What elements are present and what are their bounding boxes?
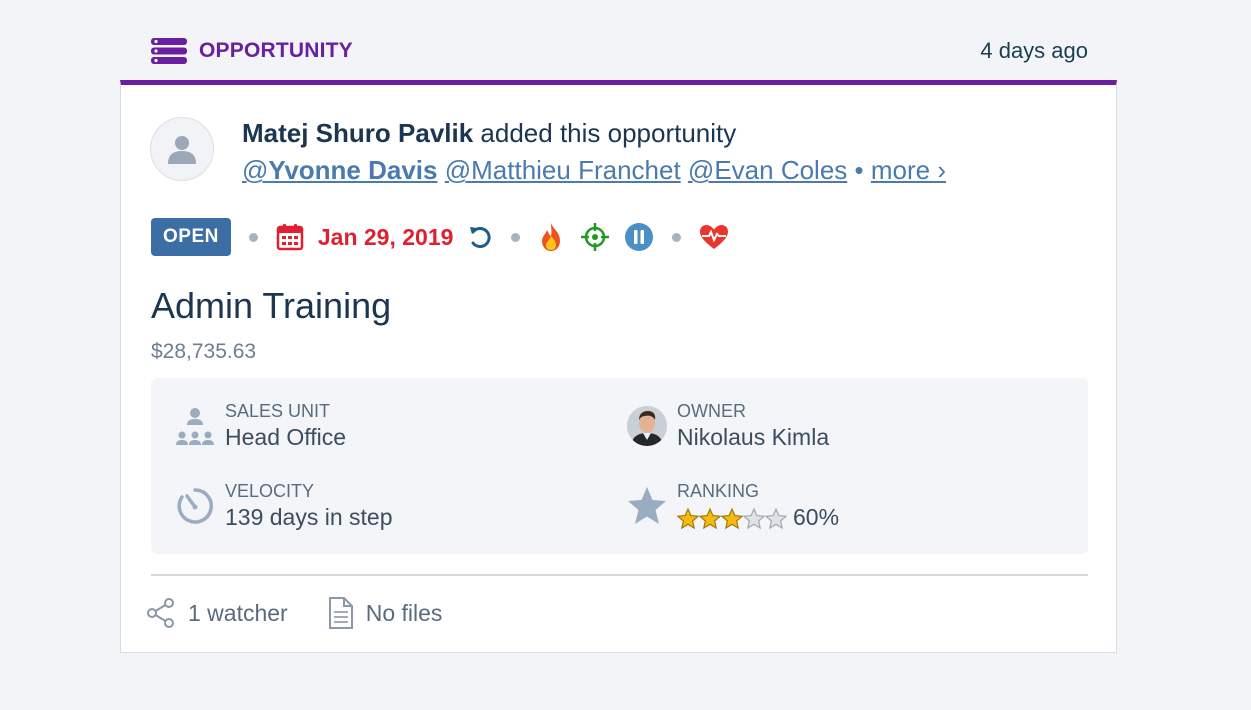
opportunity-type-label: OPPORTUNITY: [151, 38, 353, 64]
share-icon: [147, 598, 174, 628]
separator-dot: [672, 232, 682, 242]
sales-unit-icon: [173, 404, 217, 448]
status-badge[interactable]: OPEN: [151, 218, 231, 256]
meta-row: OPEN Jan 29, 2019: [151, 217, 729, 257]
watchers[interactable]: 1 watcher: [146, 597, 288, 629]
activity-verb: added this opportunity: [480, 118, 737, 148]
card-footer: 1 watcher No files: [146, 597, 442, 629]
opportunity-amount: $28,735.63: [151, 340, 257, 363]
star-filled-icon: [677, 507, 699, 530]
pause-icon[interactable]: [624, 222, 654, 252]
time-ago: 4 days ago: [980, 38, 1088, 63]
watchers-text: 1 watcher: [188, 599, 288, 626]
files-text: No files: [365, 599, 443, 626]
mention-matthieu-franchet[interactable]: @Matthieu Franchet: [445, 155, 681, 185]
rating-stars: [677, 507, 787, 530]
author-name[interactable]: Matej Shuro Pavlik: [242, 118, 473, 148]
type-label-text: OPPORTUNITY: [199, 39, 353, 62]
star-empty-icon: [765, 507, 787, 530]
star-filled-icon: [699, 507, 721, 530]
field-owner: OWNER Nikolaus Kimla: [625, 400, 829, 452]
user-placeholder-icon: [168, 136, 196, 164]
ranking-star-icon: [625, 484, 669, 528]
sales-unit-value[interactable]: Head Office: [225, 422, 346, 452]
star-filled-icon: [721, 507, 743, 530]
refresh-icon[interactable]: [467, 224, 493, 250]
author-avatar[interactable]: [150, 117, 214, 181]
card-header: OPPORTUNITY 4 days ago: [120, 36, 1088, 66]
field-ranking: RANKING 60%: [625, 480, 839, 532]
separator-dot: [511, 232, 521, 242]
target-icon[interactable]: [580, 222, 610, 252]
ranking-label: RANKING: [677, 481, 760, 501]
close-date-text: Jan 29, 2019: [317, 223, 454, 250]
mentions-bullet: •: [854, 155, 864, 185]
ranking-value: 60%: [793, 504, 840, 530]
sales-unit-label: SALES UNIT: [225, 401, 331, 421]
mention-evan-coles[interactable]: @Evan Coles: [688, 155, 847, 185]
opportunity-stack-icon: [151, 38, 187, 64]
details-panel: SALES UNIT Head Office OWNER Nikolaus Ki…: [151, 378, 1088, 554]
opportunity-title[interactable]: Admin Training: [151, 285, 391, 327]
heartbeat-icon[interactable]: [699, 224, 729, 250]
owner-value[interactable]: Nikolaus Kimla: [677, 422, 829, 452]
owner-avatar[interactable]: [627, 406, 667, 446]
velocity-value: 139 days in step: [225, 504, 393, 530]
mention-yvonne-davis[interactable]: @Yvonne Davis: [242, 155, 437, 185]
opportunity-card: Matej Shuro Pavlik added this opportunit…: [120, 80, 1117, 653]
velocity-label: VELOCITY: [225, 481, 315, 501]
field-velocity: VELOCITY 139 days in step: [173, 480, 393, 532]
calendar-icon: [276, 224, 304, 251]
files[interactable]: No files: [328, 597, 443, 629]
mentions-list: @Yvonne Davis @Matthieu Franchet @Evan C…: [242, 152, 946, 189]
stopwatch-icon: [173, 484, 217, 528]
footer-divider: [151, 574, 1088, 576]
close-date[interactable]: Jan 29, 2019: [276, 223, 494, 251]
file-icon: [328, 597, 353, 629]
separator-dot: [248, 232, 258, 242]
activity-text: Matej Shuro Pavlik added this opportunit…: [242, 115, 946, 189]
more-mentions-link[interactable]: more ›: [871, 155, 946, 185]
star-empty-icon: [743, 507, 765, 530]
fire-icon[interactable]: [538, 222, 564, 252]
owner-label: OWNER: [677, 401, 746, 421]
field-sales-unit: SALES UNIT Head Office: [173, 400, 346, 452]
